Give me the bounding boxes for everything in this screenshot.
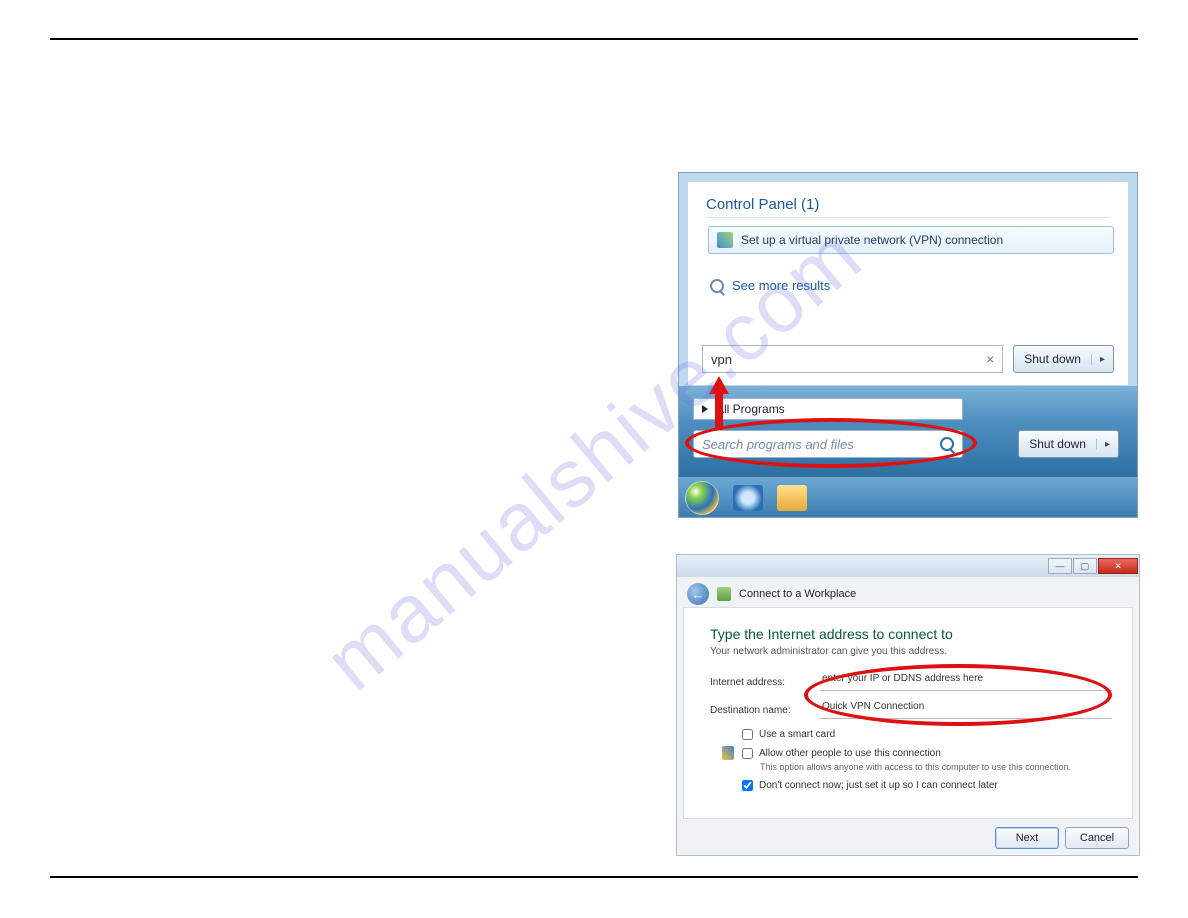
triangle-icon (702, 405, 708, 413)
internet-address-label: Internet address: (710, 677, 820, 688)
explorer-icon[interactable] (777, 485, 807, 511)
checkbox-input[interactable] (742, 780, 753, 791)
shutdown-label: Shut down (1014, 352, 1091, 366)
minimize-button[interactable]: — (1048, 558, 1072, 574)
checkbox-input[interactable] (742, 729, 753, 740)
checkbox-label: Don't connect now; just set it up so I c… (759, 780, 998, 791)
internet-address-input[interactable]: enter your IP or DDNS address here (820, 673, 1112, 691)
close-button[interactable]: ✕ (1098, 558, 1138, 574)
page-bottom-rule (50, 876, 1138, 878)
search-icon (940, 437, 954, 451)
maximize-button[interactable]: ▢ (1073, 558, 1097, 574)
start-orb-icon[interactable] (685, 481, 719, 515)
workplace-icon (717, 587, 731, 601)
wizard-heading: Type the Internet address to connect to (710, 626, 1112, 642)
search-input-top[interactable]: vpn × (702, 345, 1003, 373)
see-more-label: See more results (732, 278, 830, 293)
search-results-pane: Control Panel (1) Set up a virtual priva… (687, 181, 1129, 386)
destination-name-row: Destination name: Quick VPN Connection (710, 701, 1112, 719)
allow-others-hint: This option allows anyone with access to… (760, 762, 1112, 772)
all-programs-label: All Programs (716, 402, 785, 416)
checkbox-label: Allow other people to use this connectio… (759, 748, 941, 759)
network-icon (717, 232, 733, 248)
window-title: Connect to a Workplace (739, 588, 856, 600)
search-programs-input[interactable]: Search programs and files (693, 430, 963, 458)
destination-name-label: Destination name: (710, 705, 820, 716)
destination-name-input[interactable]: Quick VPN Connection (820, 701, 1112, 719)
title-bar: — ▢ ✕ (677, 555, 1139, 577)
result-item-label: Set up a virtual private network (VPN) c… (741, 233, 1003, 247)
all-programs[interactable]: All Programs (693, 398, 963, 420)
shutdown-button[interactable]: Shut down ▸ (1013, 345, 1114, 373)
result-item-vpn[interactable]: Set up a virtual private network (VPN) c… (708, 226, 1114, 254)
cancel-button[interactable]: Cancel (1065, 827, 1129, 849)
internet-address-row: Internet address: enter your IP or DDNS … (710, 673, 1112, 691)
start-menu-panel: Control Panel (1) Set up a virtual priva… (678, 172, 1138, 518)
checkbox-input[interactable] (742, 748, 753, 759)
search-icon (710, 279, 724, 293)
start-menu-lower: All Programs Search programs and files S… (679, 386, 1137, 478)
chevron-right-icon[interactable]: ▸ (1091, 354, 1113, 365)
annotation-arrow (709, 376, 729, 394)
wizard-body: Type the Internet address to connect to … (683, 607, 1133, 819)
next-button[interactable]: Next (995, 827, 1059, 849)
search-placeholder: Search programs and files (702, 437, 854, 452)
wizard-window: — ▢ ✕ ← Connect to a Workplace Type the … (676, 554, 1140, 856)
wizard-button-row: Next Cancel (995, 827, 1129, 849)
result-group-header: Control Panel (1) (706, 196, 1110, 218)
allow-others-checkbox[interactable]: Allow other people to use this connectio… (742, 746, 1112, 760)
wizard-subheading: Your network administrator can give you … (710, 646, 1112, 657)
shield-icon (722, 746, 734, 760)
checkbox-label: Use a smart card (759, 729, 835, 740)
page-top-rule (50, 38, 1138, 40)
shutdown-button[interactable]: Shut down ▸ (1018, 430, 1119, 458)
see-more-results[interactable]: See more results (710, 278, 1128, 293)
chevron-right-icon[interactable]: ▸ (1096, 439, 1118, 450)
dont-connect-checkbox[interactable]: Don't connect now; just set it up so I c… (742, 780, 1112, 791)
ie-icon[interactable] (733, 485, 763, 511)
smart-card-checkbox[interactable]: Use a smart card (742, 729, 1112, 740)
back-button[interactable]: ← (687, 583, 709, 605)
taskbar (679, 477, 1137, 517)
clear-icon[interactable]: × (986, 351, 994, 367)
shutdown-label: Shut down (1019, 437, 1096, 451)
search-input-value: vpn (711, 352, 732, 367)
